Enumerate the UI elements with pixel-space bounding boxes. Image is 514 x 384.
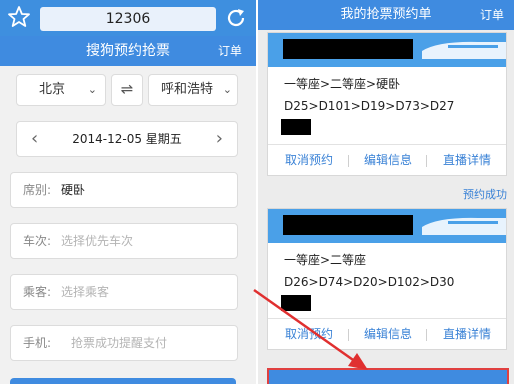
date-text[interactable]: 2014-12-05 星期五 <box>17 122 237 156</box>
card-header <box>268 209 506 243</box>
url-field[interactable]: 12306 <box>40 7 216 31</box>
train-preference: D25>D101>D19>D73>D27 <box>284 99 455 113</box>
redacted-name <box>283 215 413 235</box>
reservation-card: 一等座>二等座 D26>D74>D20>D102>D30 取消预约 编辑信息 直… <box>267 208 507 350</box>
next-date-icon[interactable]: › <box>216 122 223 156</box>
card-actions: 取消预约 编辑信息 直播详情 <box>268 318 506 349</box>
left-screen: 12306 搜狗预约抢票 订单 北京 ⌄ ⇌ 呼和浩特 ⌄ ‹ 2014-12-… <box>0 0 256 384</box>
status-badge: 预约成功 <box>463 188 507 201</box>
train-field[interactable]: 车次: 选择优先车次 <box>10 223 238 259</box>
swap-icon[interactable]: ⇌ <box>111 74 143 106</box>
cancel-reservation-button[interactable]: 取消预约 <box>285 319 333 349</box>
page-header: 搜狗预约抢票 订单 <box>0 36 256 66</box>
phone-field[interactable]: 手机: 抢票成功提醒支付 <box>10 325 238 361</box>
chevron-down-icon: ⌄ <box>87 83 97 96</box>
passenger-label: 乘客: <box>23 285 52 299</box>
passenger-placeholder: 选择乘客 <box>61 285 110 299</box>
page-header: 我的抢票预约单 订单 <box>258 0 514 30</box>
seat-label: 席别: <box>23 183 52 197</box>
seat-preference: 一等座>二等座>硬卧 <box>284 77 401 91</box>
live-details-button[interactable]: 直播详情 <box>443 319 491 349</box>
train-icon <box>422 217 506 235</box>
seat-field[interactable]: 席别: 硬卧 <box>10 172 238 208</box>
divider <box>426 155 427 167</box>
redacted-name <box>283 39 413 59</box>
page-title: 我的抢票预约单 <box>340 7 432 22</box>
seat-value: 硬卧 <box>61 183 86 197</box>
star-icon[interactable] <box>6 4 32 30</box>
cancel-reservation-button[interactable]: 取消预约 <box>285 145 333 175</box>
from-city-select[interactable]: 北京 ⌄ <box>16 74 106 106</box>
reload-icon[interactable] <box>224 6 248 30</box>
divider <box>348 329 349 341</box>
train-placeholder: 选择优先车次 <box>61 234 134 248</box>
reservation-card: 一等座>二等座>硬卧 D25>D101>D19>D73>D27 取消预约 编辑信… <box>267 32 507 176</box>
browser-bar: 12306 <box>0 0 256 36</box>
submit-button[interactable] <box>10 378 236 384</box>
divider <box>348 155 349 167</box>
live-details-button[interactable]: 直播详情 <box>443 145 491 175</box>
date-selector: ‹ 2014-12-05 星期五 › <box>16 121 238 157</box>
phone-label: 手机: <box>23 336 52 350</box>
train-label: 车次: <box>23 234 52 248</box>
train-preference: D26>D74>D20>D102>D30 <box>284 275 455 289</box>
card-header <box>268 33 506 67</box>
redacted-passenger <box>281 119 311 135</box>
from-city-value: 北京 <box>38 82 65 97</box>
right-screen: 我的抢票预约单 订单 一等座>二等座>硬卧 D25>D101>D19>D73>D… <box>258 0 514 384</box>
to-city-select[interactable]: 呼和浩特 ⌄ <box>148 74 238 106</box>
card-actions: 取消预约 编辑信息 直播详情 <box>268 144 506 175</box>
add-reservation-button[interactable] <box>267 368 509 384</box>
edit-info-button[interactable]: 编辑信息 <box>364 319 412 349</box>
train-icon <box>422 41 506 59</box>
passenger-field[interactable]: 乘客: 选择乘客 <box>10 274 238 310</box>
redacted-passenger <box>281 295 311 311</box>
chevron-down-icon: ⌄ <box>222 83 232 96</box>
divider <box>426 329 427 341</box>
edit-info-button[interactable]: 编辑信息 <box>364 145 412 175</box>
seat-preference: 一等座>二等座 <box>284 253 367 267</box>
order-link[interactable]: 订单 <box>480 0 504 30</box>
order-link[interactable]: 订单 <box>218 36 242 66</box>
to-city-value: 呼和浩特 <box>160 82 213 97</box>
phone-placeholder: 抢票成功提醒支付 <box>71 336 168 350</box>
